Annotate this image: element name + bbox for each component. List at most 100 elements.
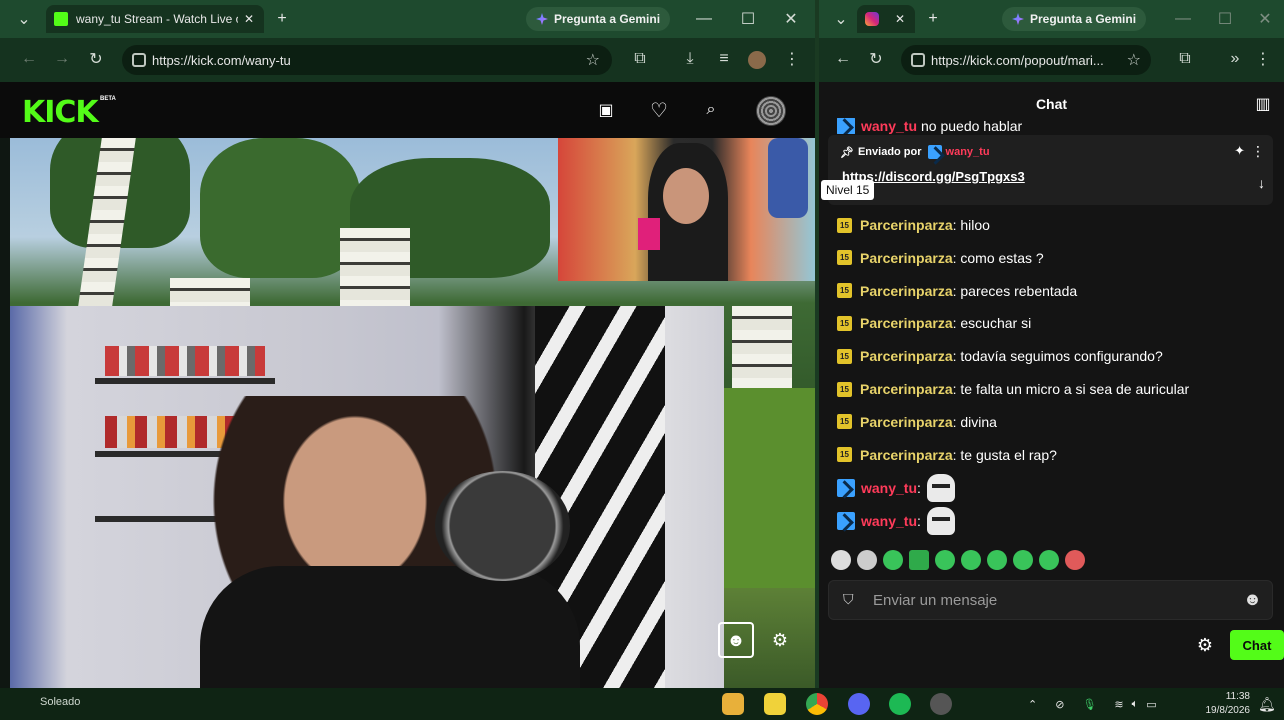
emote-picker-icon[interactable]: ☻	[718, 622, 754, 658]
obs-icon[interactable]	[930, 693, 952, 715]
close-tab-icon[interactable]: ✕	[244, 12, 254, 26]
tab-search-chevron-icon[interactable]: ⌄	[10, 5, 38, 33]
discord-icon[interactable]	[848, 693, 870, 715]
search-icon[interactable]: ⌕	[697, 96, 725, 124]
maximize-icon[interactable]: ☐	[1211, 5, 1239, 33]
close-window-icon[interactable]: ✕	[1251, 5, 1279, 33]
site-info-icon[interactable]	[132, 53, 146, 67]
quick-emote[interactable]	[831, 550, 851, 570]
subscriber-badge-icon: 15	[837, 283, 852, 299]
message-username[interactable]: Parcerinparza	[860, 250, 953, 266]
tab-popout[interactable]: ✕	[857, 5, 915, 33]
menu-kebab-icon[interactable]: ⋮	[1249, 45, 1277, 73]
close-window-icon[interactable]: ✕	[777, 5, 805, 33]
grass-ground	[724, 388, 815, 588]
wifi-icon[interactable]: ≋	[1114, 698, 1123, 711]
expand-down-icon[interactable]: ↓	[1258, 175, 1265, 191]
gemini-button[interactable]: Pregunta a Gemini	[1002, 7, 1147, 31]
streamer-badge-icon	[927, 145, 942, 159]
address-bar[interactable]: https://kick.com/popout/mari... ☆	[901, 45, 1151, 75]
message-username[interactable]: Parcerinparza	[860, 414, 953, 430]
chat-settings-gear-icon[interactable]: ⚙	[1191, 631, 1219, 659]
reading-list-icon[interactable]: ≡	[710, 45, 738, 73]
notifications-icon[interactable]: 🔔︎	[1258, 696, 1276, 713]
gemini-star-icon	[536, 13, 548, 25]
tab-title: wany_tu Stream - Watch Live o	[76, 12, 238, 26]
tab-search-chevron-icon[interactable]: ⌄	[827, 5, 855, 33]
gemini-button[interactable]: Pregunta a Gemini	[526, 7, 671, 31]
quick-emote[interactable]	[1065, 550, 1085, 570]
send-chat-button[interactable]: Chat	[1230, 630, 1284, 660]
more-tools-icon[interactable]: »	[1221, 45, 1249, 73]
menu-kebab-icon[interactable]: ⋮	[778, 45, 806, 73]
volume-icon[interactable]: 🔈︎	[1132, 698, 1139, 711]
chat-users-icon[interactable]: ▥	[1249, 90, 1277, 118]
streamer-badge-icon	[837, 479, 855, 497]
address-bar[interactable]: https://kick.com/wany-tu ☆	[122, 45, 612, 75]
no-network-icon[interactable]: ⊘	[1055, 698, 1064, 711]
reload-icon[interactable]: ↻	[82, 45, 110, 73]
emoji-icon[interactable]: ☻	[1243, 589, 1262, 610]
new-tab-icon[interactable]: +	[268, 5, 296, 33]
sticky-notes-icon[interactable]	[764, 693, 786, 715]
kick-logo[interactable]: KICK	[22, 95, 99, 130]
message-username[interactable]: Parcerinparza	[860, 315, 953, 331]
message-username[interactable]: Parcerinparza	[860, 381, 953, 397]
unpin-icon[interactable]: ✦	[1234, 143, 1245, 159]
subscriber-badge-icon: 15	[837, 250, 852, 266]
input-placeholder: Enviar un mensaje	[873, 592, 998, 609]
chrome-icon[interactable]	[806, 693, 828, 715]
message-username[interactable]: wany_tu	[861, 118, 917, 134]
chat-emote-icon[interactable]	[926, 474, 955, 502]
user-avatar[interactable]	[756, 96, 786, 126]
message-username[interactable]: Parcerinparza	[860, 283, 953, 299]
quick-emote[interactable]	[857, 550, 877, 570]
site-info-icon[interactable]	[911, 53, 925, 67]
extensions-icon[interactable]: ⧉	[626, 45, 654, 73]
minimize-icon[interactable]: —	[690, 5, 718, 33]
battery-icon[interactable]: ▭	[1146, 698, 1156, 711]
message-username[interactable]: Parcerinparza	[860, 348, 953, 364]
quick-emote[interactable]	[1013, 550, 1033, 570]
back-arrow-icon[interactable]: ←	[15, 45, 43, 73]
streamer-badge-icon	[837, 118, 855, 134]
settings-gear-icon[interactable]: ⚙	[762, 622, 798, 658]
quick-emote[interactable]	[961, 550, 981, 570]
chevron-up-icon[interactable]: ⌃	[1028, 698, 1037, 711]
quick-emote[interactable]	[1039, 550, 1059, 570]
following-heart-icon[interactable]: ♡	[645, 96, 673, 124]
message-username[interactable]: wany_tu	[861, 480, 917, 496]
chat-input[interactable]: ⛉ Enviar un mensaje ☻	[828, 580, 1273, 620]
new-tab-icon[interactable]: +	[919, 5, 947, 33]
chat-emote-icon[interactable]	[926, 507, 955, 535]
file-explorer-icon[interactable]	[722, 693, 744, 715]
tab-strip: ⌄ wany_tu Stream - Watch Live o ✕ + Preg…	[0, 0, 815, 38]
forward-arrow-icon[interactable]: →	[48, 45, 76, 73]
profile-avatar[interactable]	[748, 51, 766, 69]
tab-kick-stream[interactable]: wany_tu Stream - Watch Live o ✕	[46, 5, 264, 33]
back-arrow-icon[interactable]: ←	[829, 45, 857, 73]
extensions-icon[interactable]: ⧉	[1171, 45, 1199, 73]
weather-label[interactable]: Soleado	[40, 696, 80, 708]
quick-emote[interactable]	[883, 550, 903, 570]
quick-emote[interactable]	[909, 550, 929, 570]
minimize-icon[interactable]: —	[1169, 5, 1197, 33]
pinned-username[interactable]: wany_tu	[946, 146, 990, 158]
close-tab-icon[interactable]: ✕	[895, 12, 905, 26]
clips-icon[interactable]: ▣	[592, 96, 620, 124]
quick-emote[interactable]	[935, 550, 955, 570]
spotify-icon[interactable]	[889, 693, 911, 715]
maximize-icon[interactable]: ☐	[734, 5, 762, 33]
bookmark-star-icon[interactable]: ☆	[1127, 50, 1141, 70]
clock[interactable]: 11:38 19/8/2026	[1198, 690, 1251, 718]
microphone-icon[interactable]: 🎙︎	[1082, 698, 1096, 711]
quick-emote[interactable]	[987, 550, 1007, 570]
pinned-kebab-icon[interactable]: ⋮	[1251, 143, 1265, 160]
message-username[interactable]: wany_tu	[861, 513, 917, 529]
reload-icon[interactable]: ↻	[862, 45, 890, 73]
message-username[interactable]: Parcerinparza	[860, 217, 953, 233]
message-username[interactable]: Parcerinparza	[860, 447, 953, 463]
stream-video-player[interactable]: ☻ ⚙	[10, 138, 815, 688]
download-icon[interactable]: ⤓	[676, 45, 704, 73]
bookmark-star-icon[interactable]: ☆	[586, 50, 600, 70]
